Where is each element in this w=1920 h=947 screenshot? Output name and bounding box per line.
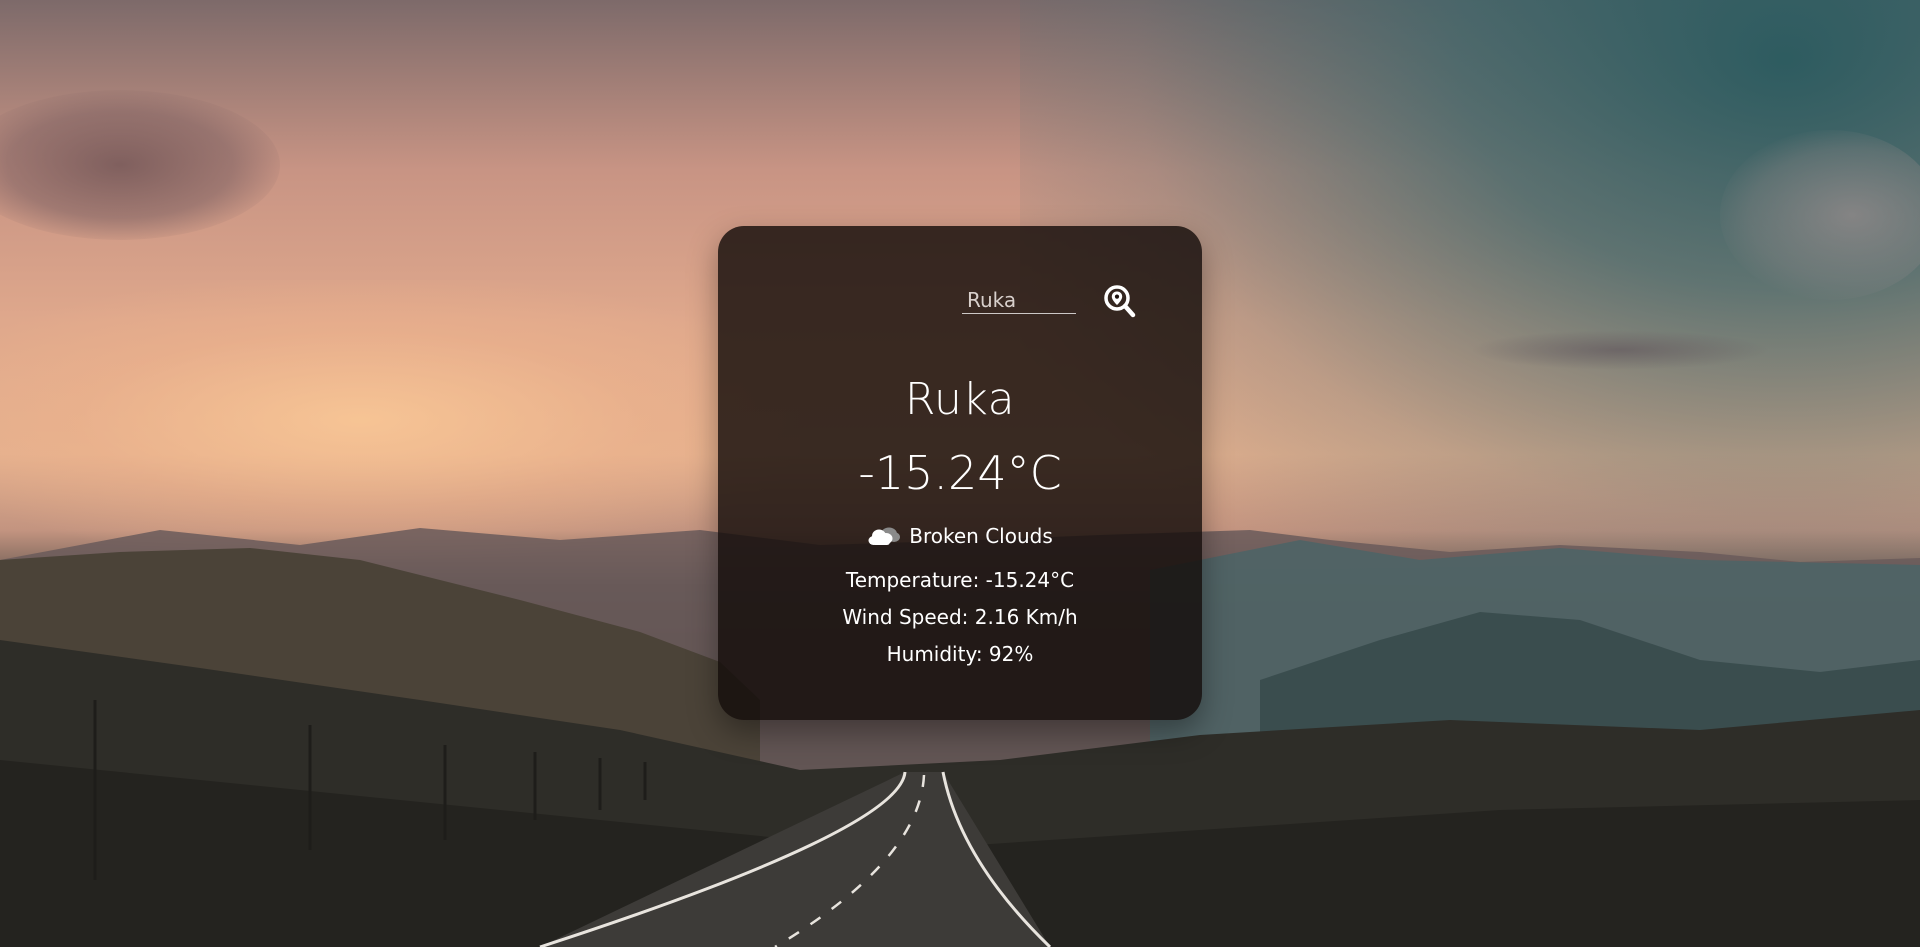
current-temperature: -15.24°C bbox=[858, 446, 1062, 500]
search-button[interactable] bbox=[1102, 284, 1138, 320]
broken-clouds-icon bbox=[868, 527, 901, 545]
wind-speed-detail: Wind Speed: 2.16 Km/h bbox=[842, 605, 1078, 629]
weather-card: Ruka -15.24°C Broken Clouds Temperature:… bbox=[718, 226, 1202, 720]
background-landscape: Ruka -15.24°C Broken Clouds Temperature:… bbox=[0, 0, 1920, 947]
humidity-detail: Humidity: 92% bbox=[886, 642, 1034, 666]
weather-condition: Broken Clouds bbox=[718, 524, 1202, 548]
city-name: Ruka bbox=[904, 374, 1016, 425]
temperature-detail: Temperature: -15.24°C bbox=[845, 568, 1075, 592]
city-search-input[interactable] bbox=[962, 286, 1076, 314]
condition-label: Broken Clouds bbox=[909, 524, 1053, 548]
search-location-icon bbox=[1104, 285, 1136, 318]
